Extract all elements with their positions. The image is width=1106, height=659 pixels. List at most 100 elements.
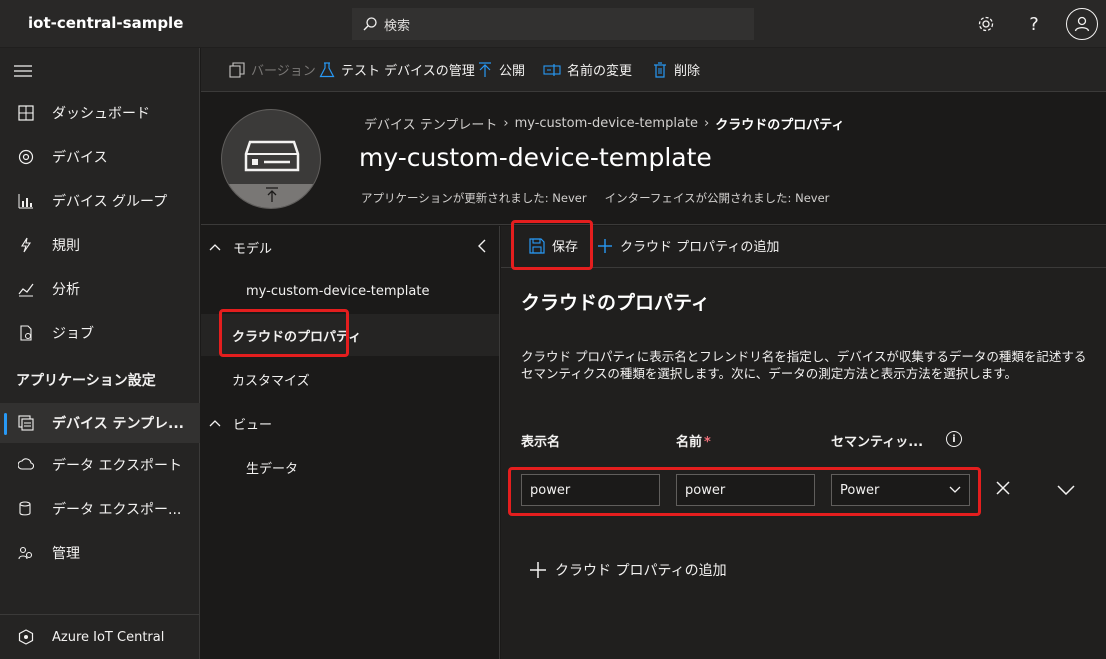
nav-item-devices[interactable]: デバイス bbox=[0, 137, 200, 177]
jobs-icon bbox=[16, 323, 36, 343]
azure-iot-central-footer[interactable]: Azure IoT Central bbox=[0, 614, 200, 659]
nav-item-label: ダッシュボード bbox=[52, 106, 150, 122]
publish-label: 公開 bbox=[499, 64, 526, 79]
device-groups-icon bbox=[16, 191, 36, 211]
panel-toolbar: 保存 クラウド プロパティの追加 bbox=[501, 226, 1106, 268]
save-button[interactable]: 保存 bbox=[529, 236, 578, 255]
tree-model-label: モデル bbox=[233, 241, 273, 257]
info-icon[interactable]: i bbox=[946, 431, 962, 447]
nav-item-analytics[interactable]: 分析 bbox=[0, 269, 200, 309]
tree-template-label: my-custom-device-template bbox=[246, 283, 430, 299]
tree-model-node[interactable]: モデル bbox=[201, 226, 499, 268]
display-name-input[interactable]: power bbox=[521, 474, 660, 506]
version-button[interactable]: バージョン bbox=[229, 60, 316, 79]
interface-published-status: インターフェイスが公開されました: Never bbox=[604, 191, 830, 205]
nav-item-administration[interactable]: 管理 bbox=[0, 533, 200, 573]
tree-raw-data[interactable]: 生データ bbox=[201, 446, 499, 488]
chevron-down-icon bbox=[949, 486, 961, 493]
tree-views-label: ビュー bbox=[233, 417, 273, 433]
user-avatar-icon[interactable] bbox=[1066, 8, 1098, 40]
required-asterisk: * bbox=[704, 435, 711, 450]
tree-template-interface[interactable]: my-custom-device-template bbox=[201, 270, 499, 312]
model-tree: モデル my-custom-device-template クラウドのプロパティ… bbox=[201, 226, 500, 659]
device-templates-icon bbox=[16, 413, 36, 433]
rename-label: 名前の変更 bbox=[567, 64, 633, 79]
expand-row-chevron-down-icon[interactable] bbox=[1057, 484, 1075, 499]
manage-test-device-button[interactable]: テスト デバイスの管理 bbox=[319, 60, 475, 79]
semantic-type-value: Power bbox=[840, 482, 880, 498]
tree-cloud-properties[interactable]: クラウドのプロパティ bbox=[201, 314, 499, 356]
add-cloud-property-bottom-label: クラウド プロパティの追加 bbox=[555, 563, 727, 579]
delete-button[interactable]: 削除 bbox=[652, 60, 700, 79]
help-icon[interactable]: ? bbox=[1022, 12, 1046, 36]
column-header-display-name: 表示名 bbox=[521, 435, 561, 450]
add-cloud-property-button[interactable]: クラウド プロパティの追加 bbox=[597, 236, 779, 255]
breadcrumb: デバイス テンプレート › my-custom-device-template … bbox=[364, 114, 844, 133]
breadcrumb-template[interactable]: my-custom-device-template bbox=[515, 116, 698, 131]
nav-item-data-export-legacy[interactable]: データ エクスポー... bbox=[0, 489, 200, 529]
data-export-legacy-icon bbox=[16, 499, 36, 519]
nav-item-label: ジョブ bbox=[52, 326, 94, 342]
nav-item-label: デバイス グループ bbox=[52, 194, 168, 210]
dashboard-icon bbox=[16, 103, 36, 123]
nav-item-label: 分析 bbox=[52, 282, 80, 298]
delete-label: 削除 bbox=[674, 64, 701, 79]
search-box[interactable]: 検索 bbox=[352, 8, 754, 40]
nav-item-device-templates[interactable]: デバイス テンプレ... bbox=[0, 403, 200, 443]
tree-customize[interactable]: カスタマイズ bbox=[201, 358, 499, 400]
breadcrumb-current: クラウドのプロパティ bbox=[715, 118, 845, 133]
version-icon bbox=[229, 61, 245, 78]
nav-item-jobs[interactable]: ジョブ bbox=[0, 313, 200, 353]
name-input[interactable]: power bbox=[676, 474, 815, 506]
trash-icon bbox=[654, 61, 666, 78]
nav-item-label: デバイス テンプレ... bbox=[52, 416, 184, 432]
publish-button[interactable]: 公開 bbox=[477, 60, 525, 79]
breadcrumb-device-templates[interactable]: デバイス テンプレート bbox=[364, 114, 497, 133]
save-disk-icon bbox=[529, 237, 545, 254]
nav-item-dashboard[interactable]: ダッシュボード bbox=[0, 93, 200, 133]
add-cloud-property-label: クラウド プロパティの追加 bbox=[620, 240, 780, 255]
plus-icon bbox=[530, 562, 546, 578]
chevron-up-icon bbox=[209, 416, 225, 431]
footer-label: Azure IoT Central bbox=[52, 629, 165, 645]
flask-icon bbox=[319, 61, 335, 77]
search-placeholder: 検索 bbox=[384, 18, 411, 34]
cloud-properties-panel: 保存 クラウド プロパティの追加 クラウドのプロパティ クラウド プロパティに表… bbox=[501, 226, 1106, 659]
chevron-up-icon bbox=[209, 240, 225, 255]
rename-button[interactable]: 名前の変更 bbox=[543, 60, 632, 79]
manage-test-label: テスト デバイスの管理 bbox=[341, 64, 475, 79]
devices-icon bbox=[16, 147, 36, 167]
nav-item-device-groups[interactable]: デバイス グループ bbox=[0, 181, 200, 221]
nav-item-data-export[interactable]: データ エクスポート bbox=[0, 445, 200, 485]
delete-row-close-icon[interactable] bbox=[995, 480, 1011, 500]
hamburger-menu-icon[interactable] bbox=[14, 64, 32, 82]
save-label: 保存 bbox=[552, 240, 579, 255]
template-header: デバイス テンプレート › my-custom-device-template … bbox=[201, 93, 1106, 225]
app-settings-section-heading: アプリケーション設定 bbox=[16, 373, 156, 389]
panel-title: クラウドのプロパティ bbox=[521, 292, 710, 314]
settings-gear-icon[interactable] bbox=[974, 12, 998, 36]
analytics-icon bbox=[16, 279, 36, 299]
device-image[interactable] bbox=[221, 109, 321, 209]
column-header-semantic-type: セマンティッ... bbox=[831, 435, 924, 450]
nav-item-label: データ エクスポート bbox=[52, 458, 183, 474]
top-bar: iot-central-sample 検索 ? bbox=[0, 0, 1106, 48]
panel-description: クラウド プロパティに表示名とフレンドリ名を指定し、デバイスが収集するデータの種… bbox=[521, 349, 1087, 381]
tree-views-node[interactable]: ビュー bbox=[201, 402, 499, 444]
add-cloud-property-bottom-button[interactable]: クラウド プロパティの追加 bbox=[529, 560, 727, 580]
nav-item-rules[interactable]: 規則 bbox=[0, 225, 200, 265]
semantic-type-select[interactable]: Power bbox=[831, 474, 970, 506]
tree-raw-data-label: 生データ bbox=[246, 461, 299, 477]
nav-item-label: 管理 bbox=[52, 546, 80, 562]
device-icon bbox=[244, 140, 300, 172]
tree-customize-label: カスタマイズ bbox=[232, 373, 310, 389]
app-title[interactable]: iot-central-sample bbox=[28, 14, 183, 32]
app-updated-status: アプリケーションが更新されました: Never bbox=[361, 191, 587, 205]
breadcrumb-separator-icon: › bbox=[503, 116, 509, 131]
upload-image-area[interactable] bbox=[222, 184, 320, 208]
nav-item-label: 規則 bbox=[52, 238, 80, 254]
search-icon bbox=[363, 17, 377, 31]
rename-icon bbox=[543, 63, 561, 76]
rules-icon bbox=[16, 235, 36, 255]
collapse-panel-icon[interactable] bbox=[477, 238, 487, 258]
